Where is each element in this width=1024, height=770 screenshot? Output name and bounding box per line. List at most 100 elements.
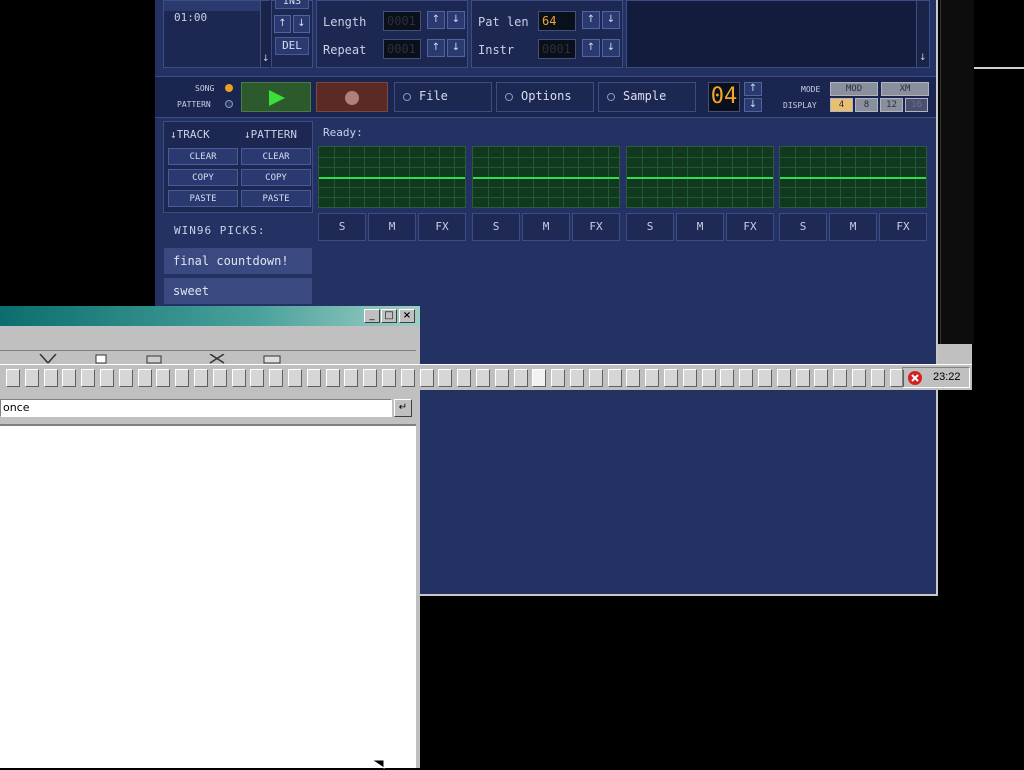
taskbar-button[interactable] bbox=[43, 369, 58, 387]
display-4-button[interactable]: 4 bbox=[830, 98, 853, 112]
length-down-button[interactable]: ↓ bbox=[447, 11, 465, 29]
instr-up-button[interactable]: ↑ bbox=[582, 39, 600, 57]
taskbar-button[interactable] bbox=[62, 369, 77, 387]
taskbar-button[interactable] bbox=[382, 369, 396, 387]
octave-up-button[interactable]: ↑ bbox=[744, 82, 762, 96]
channel-1-s-button[interactable]: S bbox=[318, 213, 366, 241]
channel-3-s-button[interactable]: S bbox=[626, 213, 674, 241]
sample-button[interactable]: Sample bbox=[598, 82, 696, 112]
taskbar-button[interactable] bbox=[814, 369, 829, 387]
taskbar-button[interactable] bbox=[682, 369, 697, 387]
address-input[interactable]: once bbox=[0, 399, 392, 417]
pattern-copy-button[interactable]: COPY bbox=[241, 169, 311, 186]
taskbar-button[interactable] bbox=[758, 369, 772, 387]
pattern-radio[interactable] bbox=[225, 100, 233, 108]
taskbar-button[interactable] bbox=[24, 369, 39, 387]
taskbar-button[interactable] bbox=[701, 369, 716, 387]
channel-3-fx-button[interactable]: FX bbox=[726, 213, 774, 241]
taskbar-button[interactable] bbox=[776, 369, 791, 387]
pattern-clear-button[interactable]: CLEAR bbox=[241, 148, 311, 165]
position-list[interactable]: 01:00 ↓ bbox=[163, 0, 271, 68]
taskbar-button[interactable] bbox=[476, 369, 490, 387]
paste-tool-icon[interactable] bbox=[144, 354, 164, 364]
pos-down-button[interactable]: ↓ bbox=[293, 15, 310, 33]
display-12-button[interactable]: 12 bbox=[880, 98, 903, 112]
channel-2-m-button[interactable]: M bbox=[522, 213, 570, 241]
taskbar-button[interactable] bbox=[419, 369, 434, 387]
maximize-icon[interactable]: □ bbox=[381, 309, 397, 323]
track-copy-button[interactable]: COPY bbox=[168, 169, 238, 186]
taskbar-button[interactable] bbox=[306, 369, 321, 387]
explorer-titlebar[interactable]: _ □ × bbox=[0, 306, 420, 326]
file-button[interactable]: File bbox=[394, 82, 492, 112]
mode-xm-button[interactable]: XM bbox=[881, 82, 929, 96]
pattern-paste-button[interactable]: PASTE bbox=[241, 190, 311, 207]
taskbar-button[interactable] bbox=[739, 369, 754, 387]
taskbar-button[interactable] bbox=[607, 369, 622, 387]
taskbar-button[interactable] bbox=[870, 369, 885, 387]
taskbar-button[interactable] bbox=[795, 369, 810, 387]
error-icon[interactable] bbox=[907, 370, 923, 386]
del-button[interactable]: DEL bbox=[275, 37, 309, 55]
instr-down-button[interactable]: ↓ bbox=[602, 39, 620, 57]
mode-mod-button[interactable]: MOD bbox=[830, 82, 878, 96]
taskbar-button[interactable] bbox=[6, 369, 20, 387]
display-16-button[interactable]: 16 bbox=[905, 98, 928, 112]
copy-tool-icon[interactable] bbox=[92, 354, 112, 364]
taskbar-button[interactable] bbox=[363, 369, 378, 387]
taskbar-button[interactable] bbox=[288, 369, 302, 387]
taskbar-button[interactable] bbox=[626, 369, 641, 387]
channel-4-m-button[interactable]: M bbox=[829, 213, 877, 241]
ins-button[interactable]: INS bbox=[275, 0, 309, 9]
channel-1-m-button[interactable]: M bbox=[368, 213, 416, 241]
instr-scroll-down-icon[interactable]: ↓ bbox=[919, 53, 927, 63]
scroll-down-icon[interactable]: ↓ bbox=[262, 54, 270, 64]
instrument-list[interactable]: ↓ bbox=[626, 0, 930, 68]
channel-3-m-button[interactable]: M bbox=[676, 213, 724, 241]
taskbar-button[interactable] bbox=[156, 369, 171, 387]
options-button[interactable]: Options bbox=[496, 82, 594, 112]
minimize-icon[interactable]: _ bbox=[364, 309, 380, 323]
channel-2-s-button[interactable]: S bbox=[472, 213, 520, 241]
record-button[interactable] bbox=[316, 82, 388, 112]
track-clear-button[interactable]: CLEAR bbox=[168, 148, 238, 165]
taskbar-button[interactable] bbox=[532, 369, 547, 387]
position-scrollbar[interactable]: ↓ bbox=[260, 1, 271, 67]
pick-item-final-countdown[interactable]: final countdown! bbox=[164, 248, 312, 274]
taskbar-button[interactable] bbox=[551, 369, 566, 387]
channel-4-s-button[interactable]: S bbox=[779, 213, 827, 241]
taskbar-button[interactable] bbox=[720, 369, 735, 387]
taskbar-button[interactable] bbox=[269, 369, 284, 387]
taskbar-button[interactable] bbox=[118, 369, 133, 387]
taskbar-button[interactable] bbox=[400, 369, 415, 387]
taskbar-button[interactable] bbox=[494, 369, 509, 387]
instr-scrollbar[interactable]: ↓ bbox=[916, 1, 929, 67]
taskbar-button[interactable] bbox=[137, 369, 152, 387]
length-up-button[interactable]: ↑ bbox=[427, 11, 445, 29]
close-icon[interactable]: × bbox=[399, 309, 415, 323]
play-button[interactable] bbox=[241, 82, 311, 112]
channel-2-fx-button[interactable]: FX bbox=[572, 213, 620, 241]
go-button[interactable]: ↵ bbox=[394, 399, 412, 417]
taskbar-button[interactable] bbox=[645, 369, 660, 387]
delete-tool-icon[interactable] bbox=[207, 354, 227, 364]
repeat-down-button[interactable]: ↓ bbox=[447, 39, 465, 57]
taskbar-button[interactable] bbox=[513, 369, 528, 387]
channel-4-fx-button[interactable]: FX bbox=[879, 213, 927, 241]
taskbar-button[interactable] bbox=[81, 369, 96, 387]
patlen-down-button[interactable]: ↓ bbox=[602, 11, 620, 29]
taskbar-button[interactable] bbox=[457, 369, 472, 387]
properties-tool-icon[interactable] bbox=[262, 354, 282, 364]
pos-up-button[interactable]: ↑ bbox=[274, 15, 291, 33]
taskbar-button[interactable] bbox=[344, 369, 359, 387]
taskbar-button[interactable] bbox=[438, 369, 453, 387]
repeat-up-button[interactable]: ↑ bbox=[427, 39, 445, 57]
cut-tool-icon[interactable] bbox=[38, 354, 58, 364]
song-radio[interactable] bbox=[225, 84, 233, 92]
taskbar-button[interactable] bbox=[194, 369, 208, 387]
display-8-button[interactable]: 8 bbox=[855, 98, 878, 112]
taskbar-button[interactable] bbox=[588, 369, 603, 387]
track-paste-button[interactable]: PASTE bbox=[168, 190, 238, 207]
file-list-area[interactable] bbox=[0, 424, 416, 768]
pick-item-sweet[interactable]: sweet bbox=[164, 278, 312, 304]
